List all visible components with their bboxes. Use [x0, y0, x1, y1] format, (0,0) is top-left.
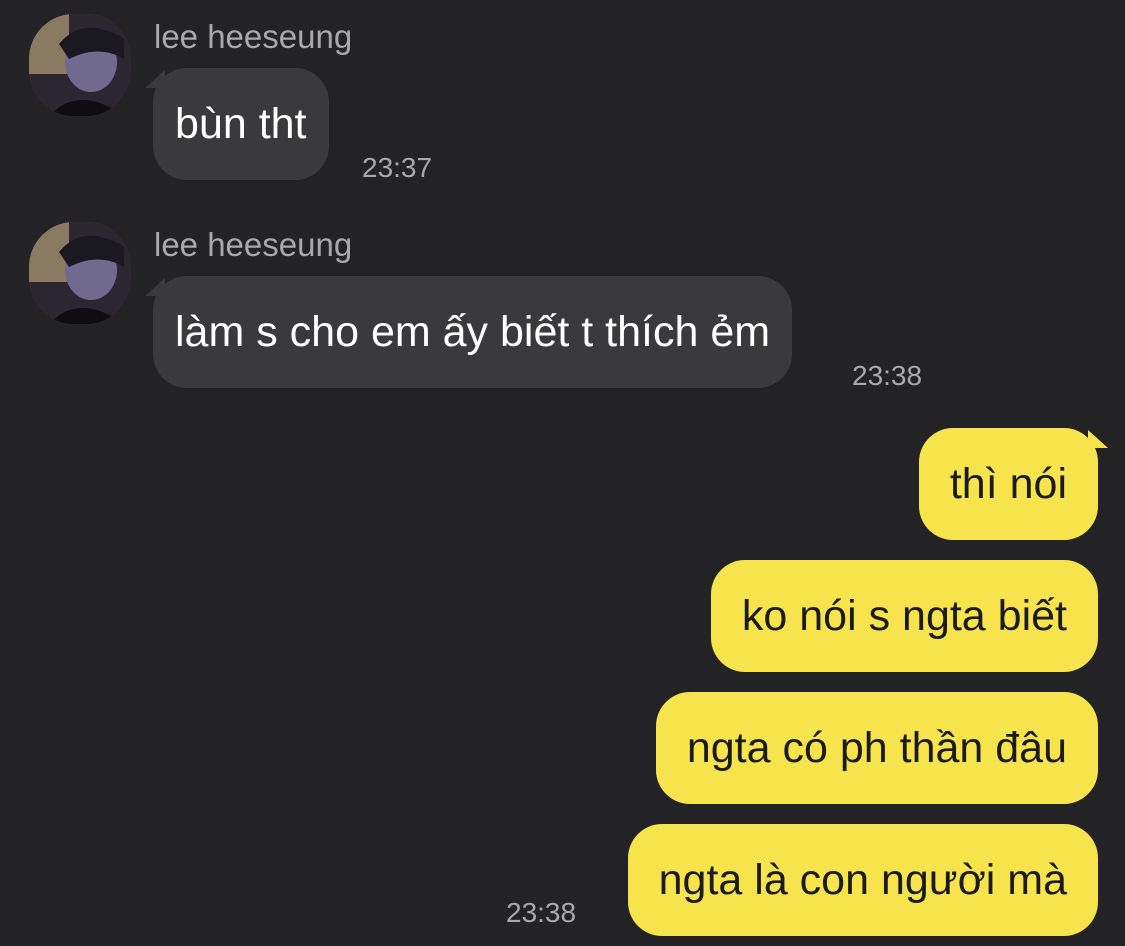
- outgoing-message-bubble[interactable]: ko nói s ngta biết: [710, 560, 1098, 672]
- sender-avatar[interactable]: [29, 14, 131, 116]
- outgoing-message-bubble[interactable]: ngta có ph thần đâu: [655, 692, 1098, 804]
- message-timestamp: 23:38: [506, 897, 577, 928]
- outgoing-message-bubble[interactable]: thì nói: [918, 428, 1098, 540]
- incoming-message-bubble[interactable]: bùn tht: [153, 68, 329, 180]
- message-timestamp: 23:37: [362, 152, 433, 183]
- sender-name: lee heeseung: [154, 226, 353, 263]
- outgoing-message-bubble[interactable]: ngta là con người mà: [627, 824, 1098, 936]
- sender-avatar[interactable]: [29, 222, 131, 324]
- sender-name: lee heeseung: [154, 18, 353, 55]
- incoming-message-bubble[interactable]: làm s cho em ấy biết t thích ẻm: [153, 276, 793, 388]
- message-timestamp: 23:38: [852, 360, 923, 391]
